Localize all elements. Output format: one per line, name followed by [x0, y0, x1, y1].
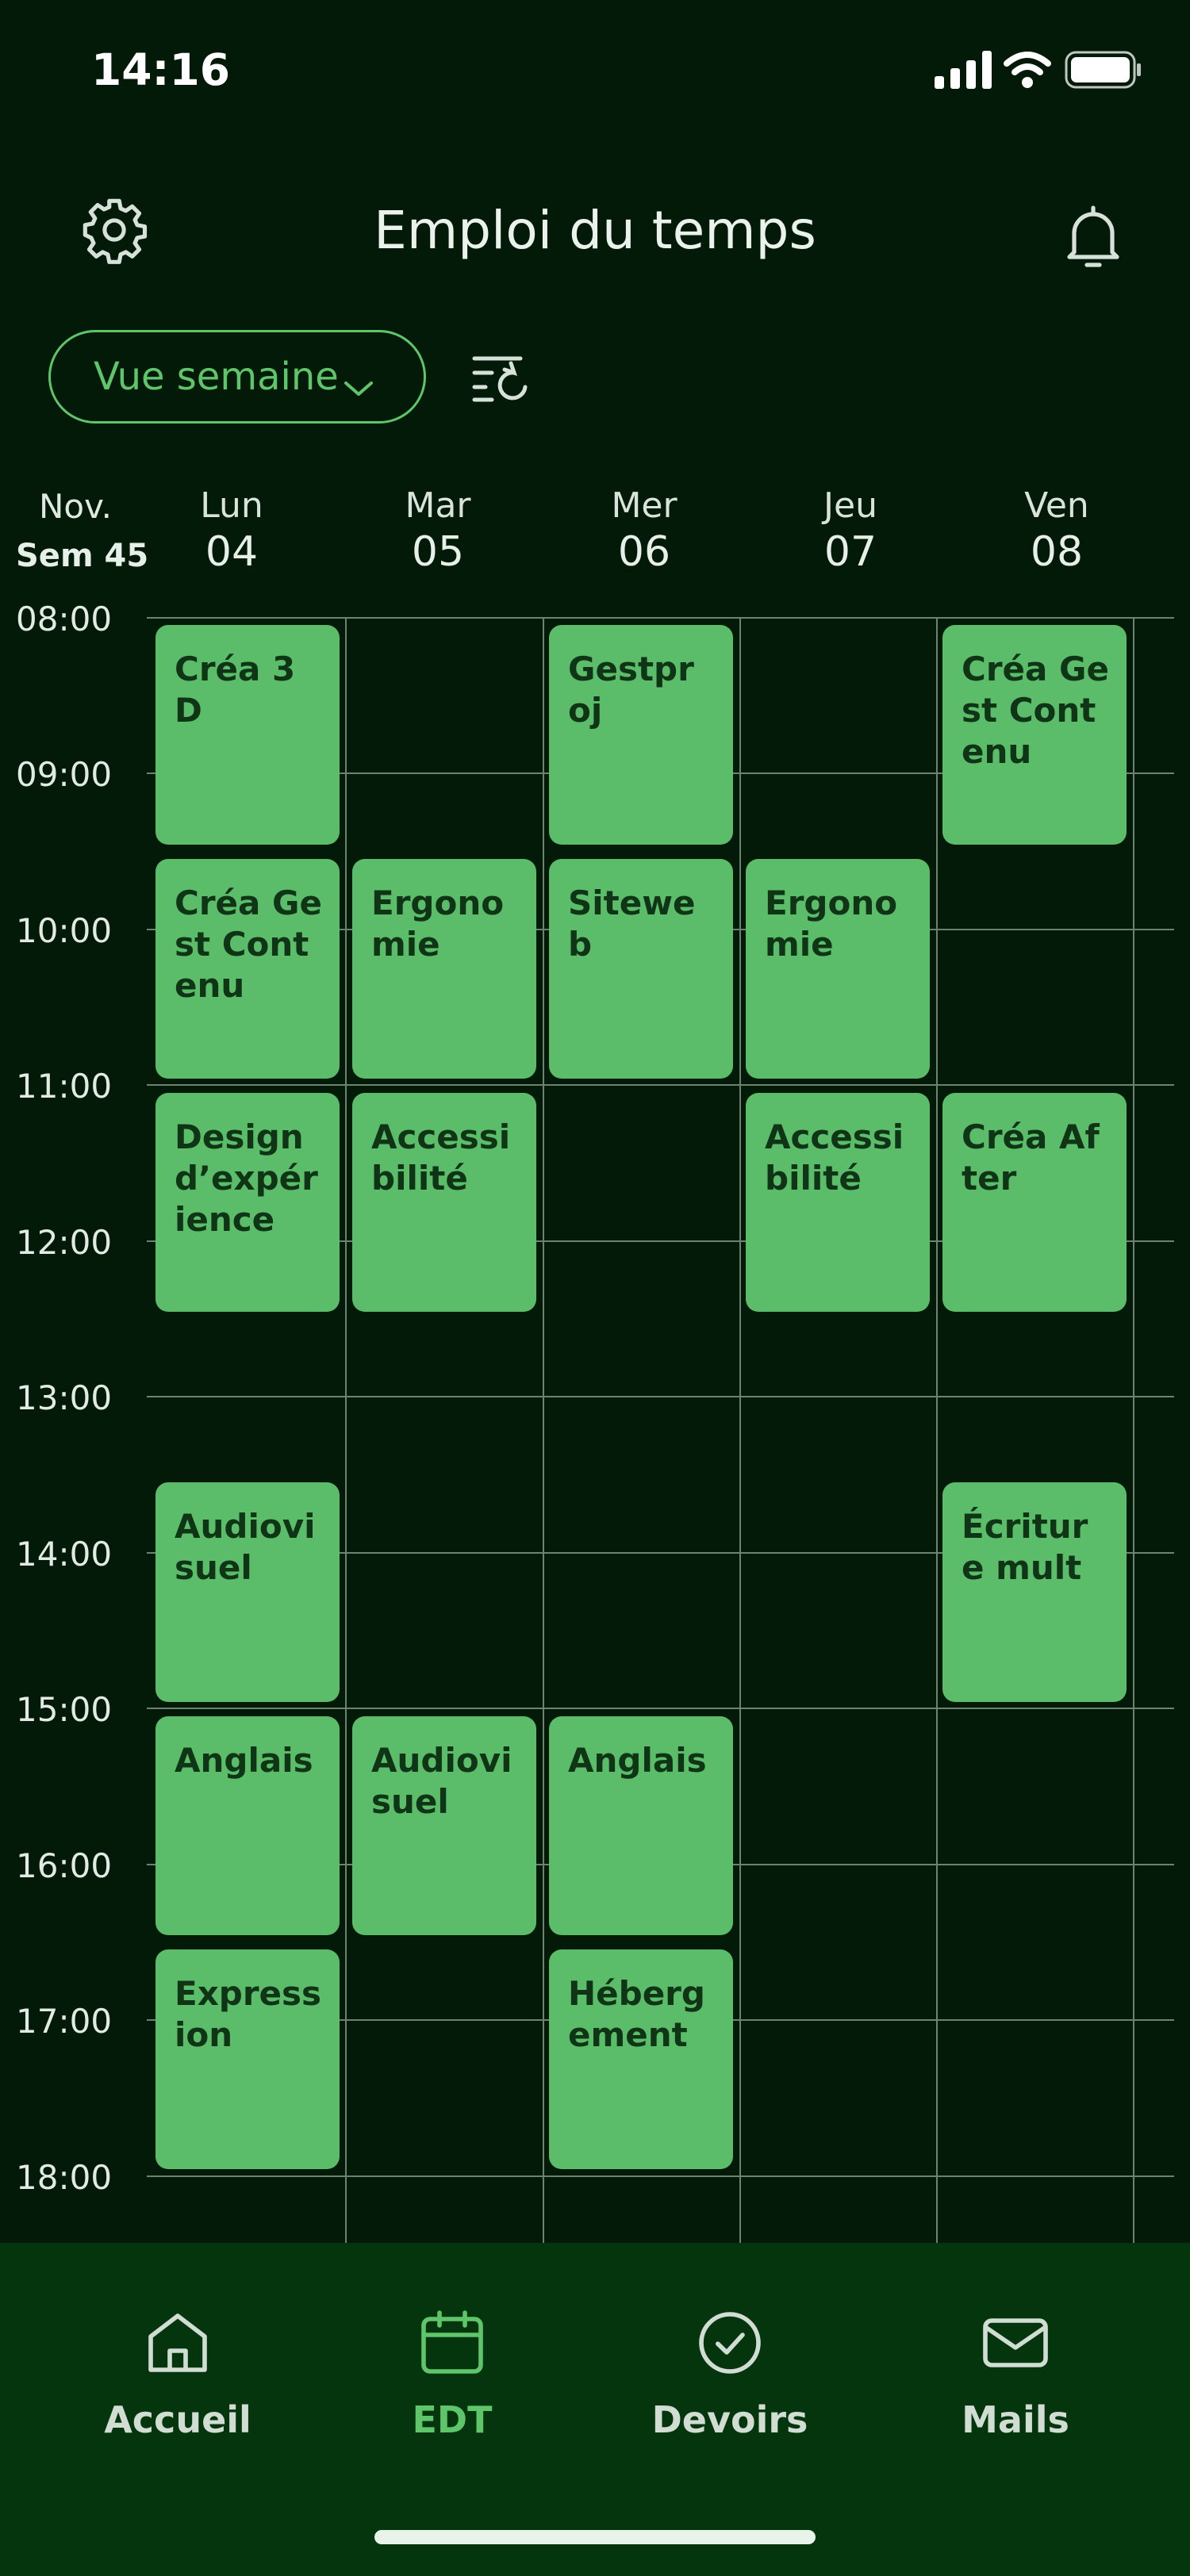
- course-title: Créa Gest Contenu: [175, 883, 322, 1005]
- nav-item-accueil[interactable]: Accueil: [59, 2305, 297, 2441]
- hour-gridline: [147, 617, 1174, 619]
- calendar-week-number: Sem 45: [16, 538, 149, 574]
- course-title: Créa Gest Contenu: [962, 650, 1109, 771]
- day-gridline: [1133, 617, 1134, 2243]
- course-event[interactable]: Ergonomie: [352, 858, 536, 1079]
- mail-icon: [977, 2305, 1054, 2384]
- course-event[interactable]: Hébergement: [549, 1949, 733, 2169]
- course-event[interactable]: Anglais: [549, 1715, 733, 1936]
- day-name: Jeu: [823, 485, 877, 526]
- hour-label: 16:00: [16, 1846, 113, 1885]
- nav-label: Mails: [962, 2398, 1069, 2441]
- course-title: Ergonomie: [371, 883, 505, 964]
- course-title: Siteweb: [568, 883, 696, 964]
- course-title: Design d’expérience: [175, 1117, 318, 1239]
- day-number: 05: [411, 528, 465, 576]
- day-name: Mer: [611, 485, 678, 526]
- course-event[interactable]: Audiovisuel: [352, 1715, 536, 1936]
- hour-label: 12:00: [16, 1223, 113, 1262]
- chevron-down-icon: [343, 364, 374, 408]
- course-event[interactable]: Ergonomie: [746, 858, 930, 1079]
- day-number: 04: [205, 528, 259, 576]
- day-gridline: [936, 617, 938, 2243]
- calendar-icon: [414, 2305, 490, 2384]
- hour-gridline: [147, 1084, 1174, 1086]
- course-title: Hébergement: [568, 1974, 705, 2055]
- course-title: Audiovisuel: [371, 1740, 512, 1821]
- course-title: Anglais: [568, 1740, 707, 1780]
- hour-label: 15:00: [16, 1690, 113, 1729]
- course-event[interactable]: Design d’expérience: [155, 1092, 340, 1313]
- course-event[interactable]: Expression: [155, 1949, 340, 2169]
- day-name: Mar: [405, 485, 471, 526]
- course-title: Gestproj: [568, 650, 694, 730]
- day-number: 06: [617, 528, 671, 576]
- battery-icon: [1065, 51, 1142, 89]
- course-event[interactable]: Créa Gest Contenu: [155, 858, 340, 1079]
- day-gridline: [345, 617, 347, 2243]
- course-title: Audiovisuel: [175, 1506, 316, 1587]
- course-event[interactable]: Audiovisuel: [155, 1482, 340, 1702]
- hour-label: 18:00: [16, 2158, 113, 2197]
- bottom-navigation: Accueil EDT Devoirs Mails: [0, 2243, 1190, 2576]
- course-event[interactable]: Gestproj: [549, 625, 733, 845]
- day-name: Ven: [1024, 485, 1089, 526]
- hour-label: 14:00: [16, 1535, 113, 1574]
- hour-gridline: [147, 1396, 1174, 1397]
- course-title: Créa After: [962, 1117, 1100, 1198]
- day-number: 07: [823, 528, 877, 576]
- course-event[interactable]: Accessibilité: [746, 1092, 930, 1313]
- filter-reset-icon[interactable]: [470, 352, 533, 403]
- hour-gridline: [147, 2175, 1174, 2177]
- course-title: Ergonomie: [765, 883, 898, 964]
- hour-label: 13:00: [16, 1378, 113, 1417]
- calendar-month: Nov.: [38, 487, 113, 526]
- course-title: Expression: [175, 1974, 322, 2055]
- signal-icon: [935, 51, 992, 89]
- nav-label: Devoirs: [651, 2398, 808, 2441]
- course-event[interactable]: Créa After: [942, 1092, 1127, 1313]
- view-selector-label: Vue semaine: [94, 355, 339, 399]
- course-event[interactable]: Créa Gest Contenu: [942, 625, 1127, 845]
- notification-bell-icon[interactable]: [1055, 198, 1131, 274]
- hour-label: 17:00: [16, 2002, 113, 2041]
- home-indicator: [374, 2530, 816, 2544]
- nav-item-mails[interactable]: Mails: [896, 2305, 1134, 2441]
- nav-label: Accueil: [104, 2398, 251, 2441]
- course-title: Accessibilité: [371, 1117, 511, 1198]
- course-title: Anglais: [175, 1740, 313, 1780]
- nav-item-devoirs[interactable]: Devoirs: [611, 2305, 849, 2441]
- view-selector-dropdown[interactable]: Vue semaine: [48, 330, 426, 424]
- nav-label: EDT: [412, 2398, 493, 2441]
- hour-label: 11:00: [16, 1067, 113, 1106]
- course-event[interactable]: Créa 3D: [155, 625, 340, 845]
- page-title: Emploi du temps: [374, 200, 816, 261]
- day-name: Lun: [200, 485, 263, 526]
- course-event[interactable]: Accessibilité: [352, 1092, 536, 1313]
- course-title: Accessibilité: [765, 1117, 904, 1198]
- course-title: Créa 3D: [175, 650, 296, 730]
- hour-label: 10:00: [16, 911, 113, 950]
- home-icon: [140, 2305, 216, 2384]
- hour-gridline: [147, 1708, 1174, 1709]
- nav-item-edt[interactable]: EDT: [333, 2305, 571, 2441]
- course-event[interactable]: Siteweb: [549, 858, 733, 1079]
- wifi-icon: [1004, 51, 1051, 89]
- day-number: 08: [1030, 528, 1084, 576]
- course-event[interactable]: Anglais: [155, 1715, 340, 1936]
- day-gridline: [543, 617, 544, 2243]
- check-circle-icon: [692, 2305, 768, 2384]
- day-gridline: [739, 617, 741, 2243]
- hour-label: 08:00: [16, 600, 113, 638]
- course-title: Écriture mult: [962, 1506, 1088, 1587]
- status-time: 14:16: [91, 44, 231, 95]
- hour-label: 09:00: [16, 755, 113, 794]
- course-event[interactable]: Écriture mult: [942, 1482, 1127, 1702]
